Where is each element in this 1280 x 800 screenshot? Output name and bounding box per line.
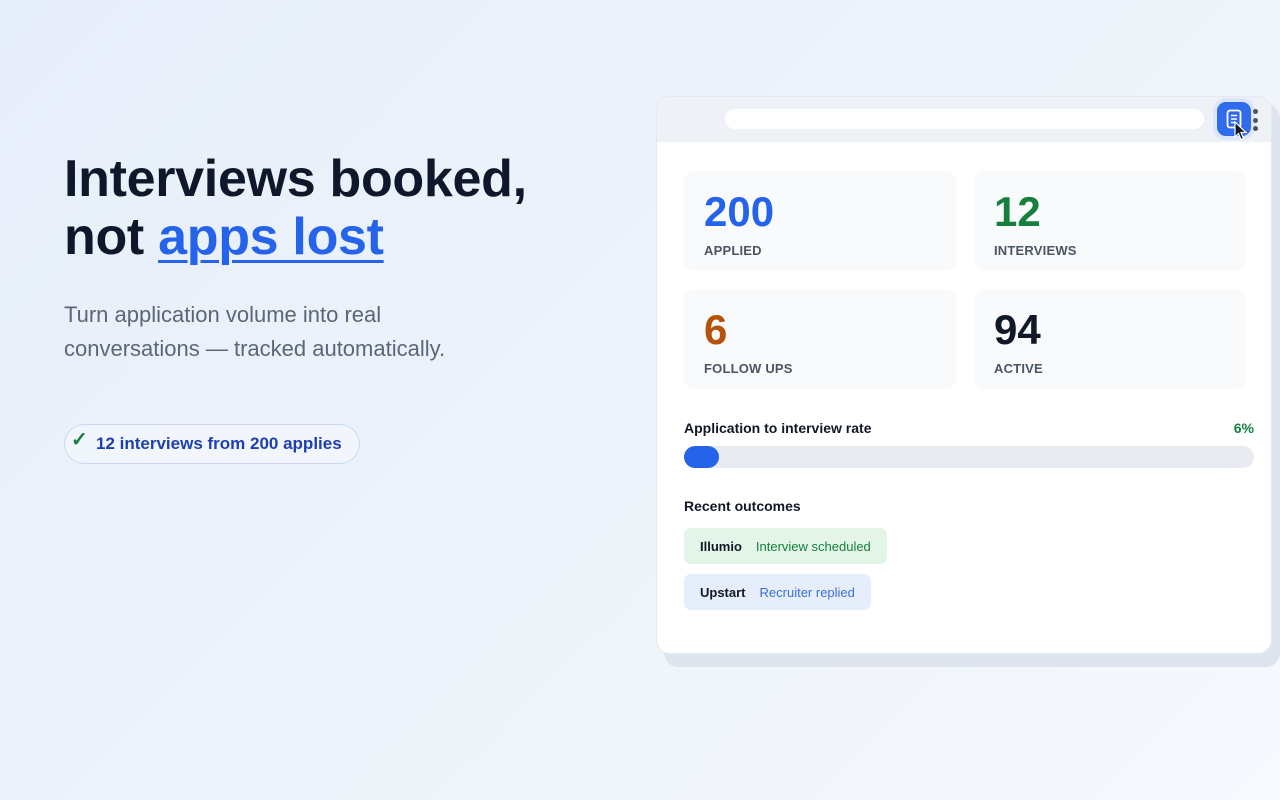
rate-progress-bar	[684, 446, 1254, 468]
outcome-item[interactable]: Illumio Interview scheduled	[684, 528, 887, 564]
hero-section: Interviews booked, not apps lost Turn ap…	[64, 150, 624, 366]
address-bar[interactable]	[725, 109, 1204, 129]
stat-label: FOLLOW UPS	[704, 361, 793, 376]
rate-header: Application to interview rate 6%	[684, 420, 1254, 436]
stat-value: 94	[994, 306, 1041, 353]
browser-window: 200 APPLIED 12 INTERVIEWS 6 FOLLOW UPS 9…	[656, 96, 1272, 654]
rate-value: 6%	[1233, 420, 1254, 436]
rate-label: Application to interview rate	[684, 420, 872, 436]
headline-accent: apps lost	[158, 208, 384, 266]
interviews-badge: ✓ 12 interviews from 200 applies	[64, 424, 360, 464]
stat-active: 94 ACTIVE	[974, 289, 1246, 389]
stat-label: ACTIVE	[994, 361, 1043, 376]
stat-value: 200	[704, 188, 775, 235]
mouse-cursor-icon	[1234, 121, 1248, 141]
checkmark-icon: ✓	[71, 429, 88, 451]
headline-line-1: Interviews booked,	[64, 150, 527, 208]
headline: Interviews booked, not apps lost	[64, 150, 624, 266]
rate-progress-fill	[684, 446, 719, 468]
stat-follow-ups: 6 FOLLOW UPS	[684, 289, 956, 389]
stat-applied: 200 APPLIED	[684, 171, 956, 271]
subheadline: Turn application volume into real conver…	[64, 302, 446, 361]
outcome-status: Interview scheduled	[755, 538, 871, 554]
stat-value: 6	[704, 306, 728, 353]
browser-toolbar	[657, 97, 1271, 142]
stat-label: INTERVIEWS	[994, 243, 1077, 258]
outcome-company: Upstart	[700, 584, 746, 600]
outcome-status: Recruiter replied	[759, 584, 855, 600]
badge-text: 12 interviews from 200 applies	[96, 434, 342, 453]
stat-label: APPLIED	[704, 243, 762, 258]
headline-prefix: not	[64, 208, 144, 266]
kebab-menu-icon[interactable]	[1252, 109, 1258, 131]
stat-interviews: 12 INTERVIEWS	[974, 171, 1246, 271]
stat-value: 12	[994, 188, 1041, 235]
stats-grid: 200 APPLIED 12 INTERVIEWS 6 FOLLOW UPS 9…	[684, 171, 1246, 389]
outcome-company: Illumio	[700, 538, 742, 554]
recent-outcomes-title: Recent outcomes	[684, 498, 801, 514]
outcome-item[interactable]: Upstart Recruiter replied	[684, 574, 871, 610]
